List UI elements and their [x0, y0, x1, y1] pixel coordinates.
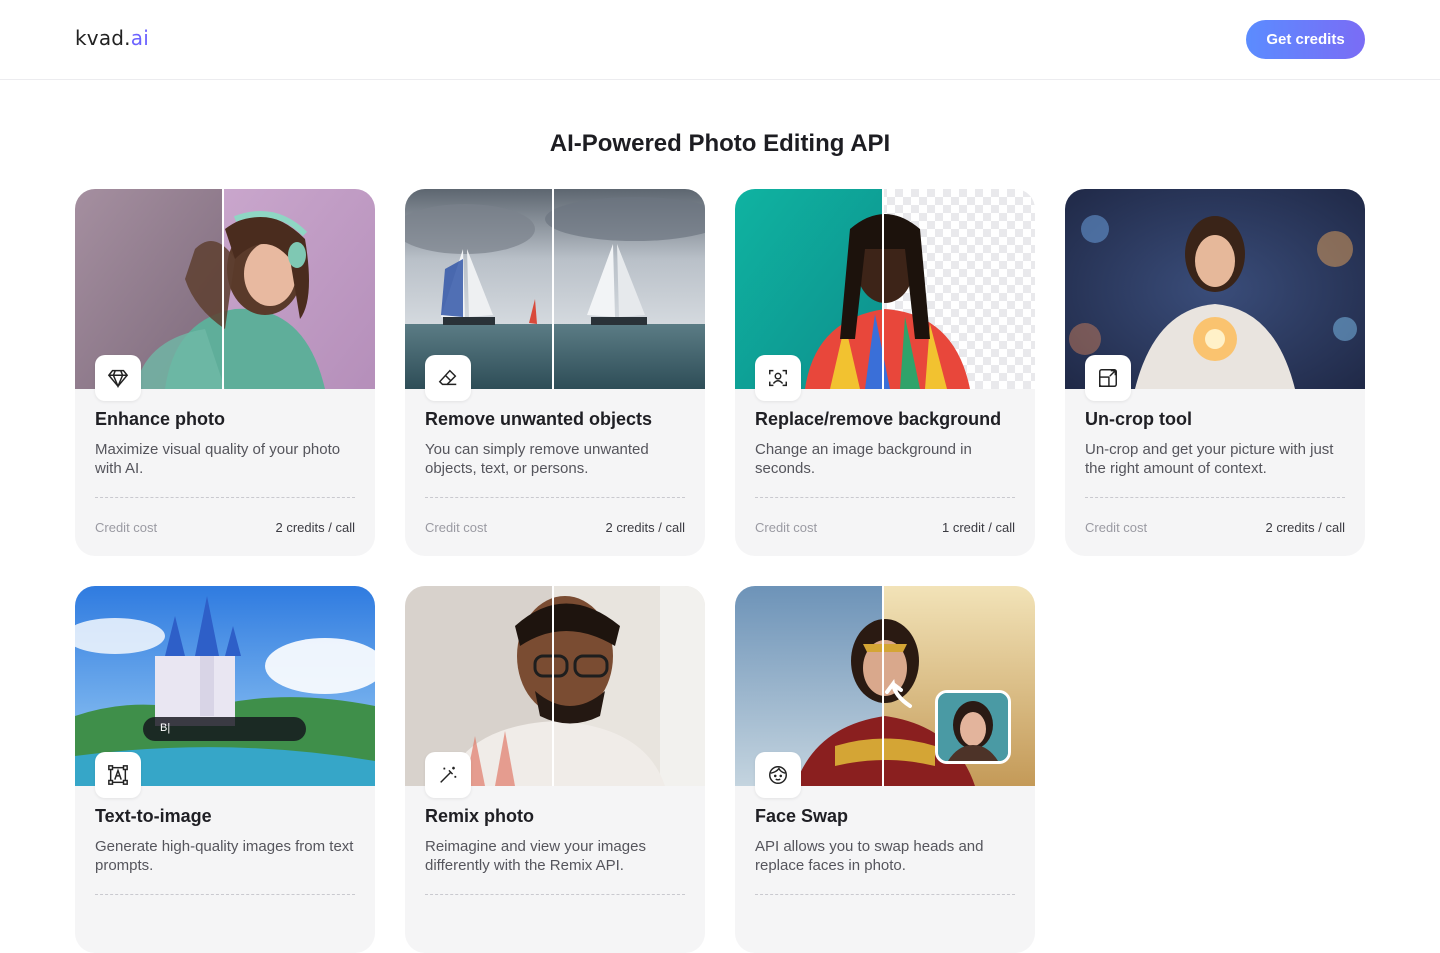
- card-divider: [95, 894, 355, 895]
- logo-text: kvad.: [75, 26, 131, 50]
- person-focus-icon: [755, 355, 801, 401]
- prompt-input[interactable]: B|: [143, 717, 306, 741]
- card-replace-background[interactable]: Replace/remove background Change an imag…: [735, 189, 1035, 556]
- card-enhance-photo[interactable]: Enhance photo Maximize visual quality of…: [75, 189, 375, 556]
- card-description: Generate high-quality images from text p…: [95, 838, 354, 874]
- card-title: Remove unwanted objects: [425, 409, 653, 429]
- diamond-icon: [95, 355, 141, 401]
- card-title: Enhance photo: [95, 409, 225, 429]
- site-header: kvad.ai Get credits: [0, 0, 1440, 80]
- text-frame-icon: [95, 752, 141, 798]
- before-after-divider[interactable]: [222, 189, 224, 389]
- card-remove-objects[interactable]: Remove unwanted objects You can simply r…: [405, 189, 705, 556]
- card-title: Remix photo: [425, 806, 535, 826]
- magic-wand-icon: [425, 752, 471, 798]
- credit-cost-value: 2 credits / call: [275, 520, 355, 535]
- face-icon: [755, 752, 801, 798]
- card-title: Face Swap: [755, 806, 849, 826]
- credit-cost-value: 2 credits / call: [1265, 520, 1345, 535]
- eraser-icon: [425, 355, 471, 401]
- card-description: Reimagine and view your images different…: [425, 838, 646, 874]
- card-divider: [755, 497, 1015, 498]
- card-description: Maximize visual quality of your photo wi…: [95, 441, 341, 477]
- credit-cost-label: Credit cost: [755, 520, 818, 535]
- credit-cost-label: Credit cost: [425, 520, 488, 535]
- card-description: Change an image background in seconds.: [755, 441, 972, 477]
- card-title: Un-crop tool: [1085, 409, 1192, 429]
- card-divider: [95, 497, 355, 498]
- card-text-to-image[interactable]: B| Text-to-image Generate high-quality i…: [75, 586, 375, 953]
- before-after-divider[interactable]: [552, 586, 554, 786]
- credit-cost-label: Credit cost: [95, 520, 158, 535]
- card-divider: [425, 497, 685, 498]
- before-after-divider[interactable]: [552, 189, 554, 389]
- card-divider: [1085, 497, 1345, 498]
- card-divider: [425, 894, 685, 895]
- card-divider: [755, 894, 1015, 895]
- source-face-thumbnail: [935, 690, 1011, 764]
- get-credits-button[interactable]: Get credits: [1246, 20, 1365, 59]
- card-description: Un-crop and get your picture with just t…: [1085, 441, 1334, 477]
- card-face-swap[interactable]: Face Swap API allows you to swap heads a…: [735, 586, 1035, 953]
- card-description: You can simply remove unwanted objects, …: [425, 441, 649, 477]
- before-after-divider[interactable]: [882, 586, 884, 786]
- page-title: AI-Powered Photo Editing API: [549, 130, 891, 157]
- card-description: API allows you to swap heads and replace…: [755, 838, 984, 874]
- logo-accent: ai: [130, 26, 149, 50]
- card-title: Text-to-image: [95, 806, 212, 826]
- credit-cost-label: Credit cost: [1085, 520, 1148, 535]
- card-uncrop-tool[interactable]: Un-crop tool Un-crop and get your pictur…: [1065, 189, 1365, 556]
- card-title: Replace/remove background: [755, 409, 1002, 429]
- credit-cost-value: 1 credit / call: [942, 520, 1015, 535]
- expand-icon: [1085, 355, 1131, 401]
- credit-cost-value: 2 credits / call: [605, 520, 685, 535]
- logo[interactable]: kvad.ai: [75, 26, 149, 50]
- card-remix-photo[interactable]: Remix photo Reimagine and view your imag…: [405, 586, 705, 953]
- before-after-divider[interactable]: [882, 189, 884, 389]
